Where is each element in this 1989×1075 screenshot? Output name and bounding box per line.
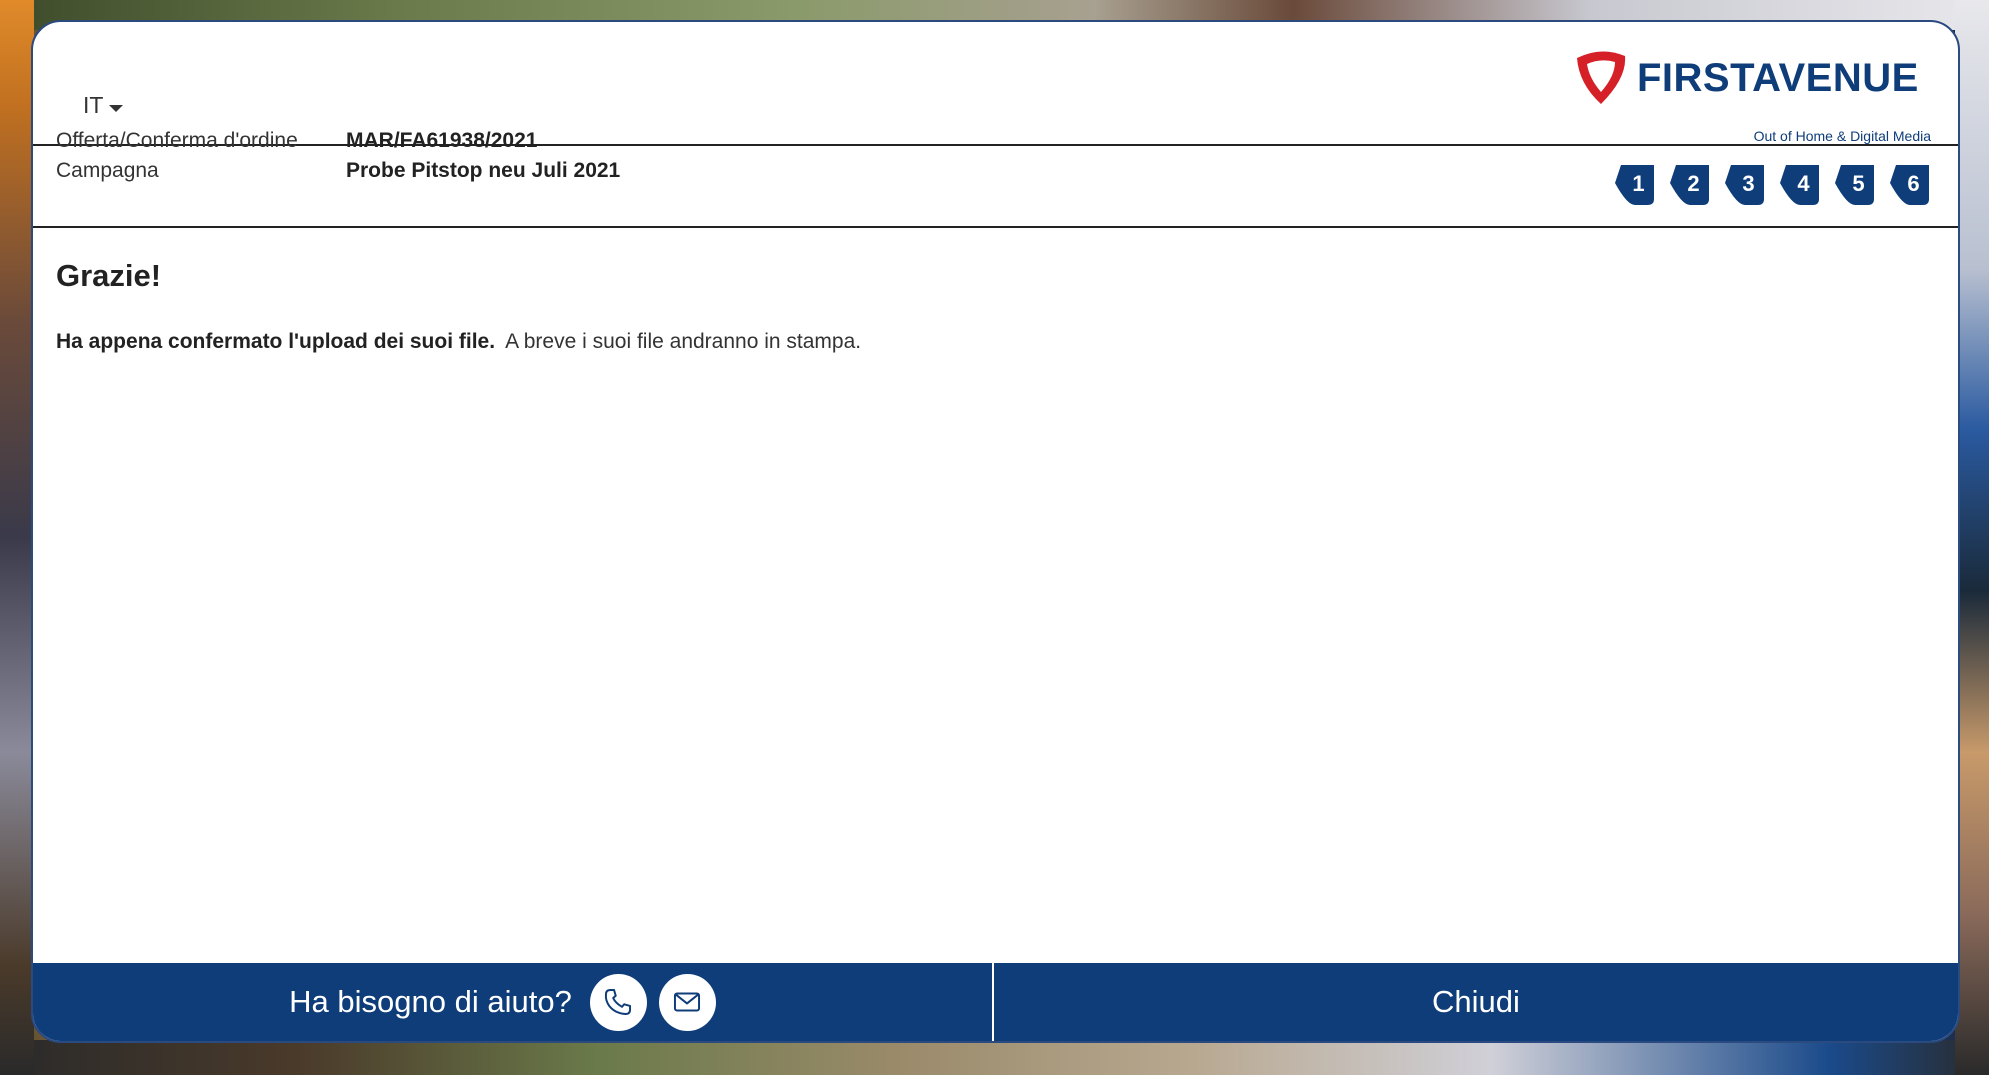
confirmation-message: Ha appena confermato l'upload dei suoi f… — [56, 330, 861, 354]
order-value: MAR/FA61938/2021 — [346, 129, 538, 152]
step-number: 2 — [1687, 170, 1700, 196]
order-row: Offerta/Conferma d'ordine MAR/FA61938/20… — [56, 129, 537, 153]
confirmation-message-bold: Ha appena confermato l'upload dei suoi f… — [56, 330, 496, 353]
phone-icon — [605, 988, 632, 1016]
help-label: Ha bisogno di aiuto? — [289, 984, 572, 1019]
background-photo-left — [0, 0, 34, 1075]
caret-down-icon — [109, 105, 124, 112]
order-label: Offerta/Conferma d'ordine — [56, 129, 298, 152]
step-indicator: 1 2 3 4 5 6 — [1613, 161, 1933, 206]
step-5[interactable]: 5 — [1833, 161, 1878, 206]
step-2[interactable]: 2 — [1668, 161, 1713, 206]
confirmation-message-rest: A breve i suoi file andranno in stampa. — [505, 330, 862, 353]
mail-icon — [674, 992, 701, 1012]
step-number: 1 — [1632, 170, 1645, 196]
dialog-footer: Ha bisogno di aiuto? Chiudi — [33, 963, 1958, 1041]
close-button[interactable]: Chiudi — [994, 963, 1958, 1041]
campaign-label: Campagna — [56, 159, 159, 182]
page-title: Grazie! — [56, 258, 162, 293]
step-6[interactable]: 6 — [1888, 161, 1933, 206]
step-number: 5 — [1852, 170, 1865, 196]
step-3[interactable]: 3 — [1723, 161, 1768, 206]
step-number: 3 — [1742, 170, 1755, 196]
language-label: IT — [83, 92, 104, 118]
mail-button[interactable] — [658, 973, 716, 1031]
campaign-row: Campagna Probe Pitstop neu Juli 2021 — [56, 159, 620, 183]
campaign-value: Probe Pitstop neu Juli 2021 — [346, 159, 621, 182]
background-photo-bottom — [0, 1040, 1989, 1075]
step-4[interactable]: 4 — [1778, 161, 1823, 206]
logo-tagline: Out of Home & Digital Media — [1753, 128, 1931, 144]
step-1[interactable]: 1 — [1613, 161, 1658, 206]
step-number: 4 — [1797, 170, 1810, 196]
logo-wordmark: FIRSTAVENUE — [1637, 56, 1919, 100]
language-selector[interactable]: IT — [83, 92, 124, 119]
help-section: Ha bisogno di aiuto? — [33, 963, 994, 1041]
phone-button[interactable] — [589, 973, 647, 1031]
step-number: 6 — [1907, 170, 1920, 196]
logo-heart-icon — [1577, 51, 1626, 104]
firstavenue-logo: FIRSTAVENUE Out of Home & Digital Media — [1571, 48, 1931, 144]
dialog-header: IT FIRSTAVENUE Out of Home & Digital Med… — [33, 22, 1958, 146]
background-photo-right — [1955, 0, 1989, 1075]
